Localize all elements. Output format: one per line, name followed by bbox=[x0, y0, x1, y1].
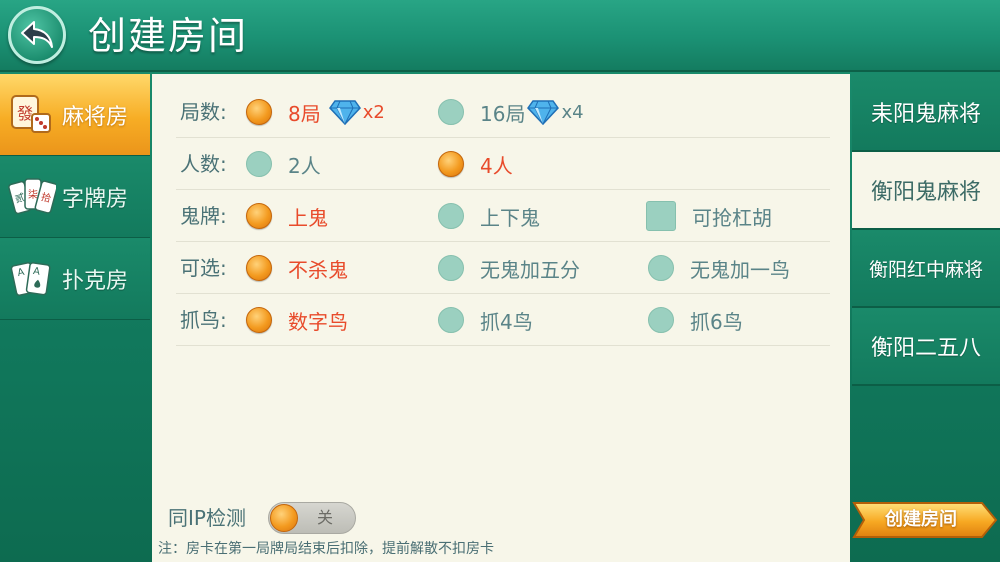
diamond-icon bbox=[328, 100, 361, 125]
game-variant-tabs: 耒阳鬼麻将 衡阳鬼麻将 衡阳红中麻将 衡阳二五八 bbox=[852, 74, 1000, 386]
birds-row: 抓鸟: 数字鸟 抓4鸟 抓6鸟 bbox=[176, 294, 830, 346]
svg-text:柒: 柒 bbox=[28, 188, 38, 201]
header-bar: 创建房间 bbox=[0, 0, 1000, 72]
option-shang-xia-gui[interactable]: 上下鬼 bbox=[438, 190, 540, 242]
radio-button[interactable] bbox=[648, 307, 674, 333]
zipai-cards-icon: 贰 柒 拾 bbox=[8, 177, 56, 214]
players-row: 人数: 2人 4人 bbox=[176, 138, 830, 190]
option-text: 抓4鸟 bbox=[480, 309, 533, 334]
birds-label: 抓鸟: bbox=[180, 308, 227, 332]
checkbox[interactable] bbox=[646, 201, 676, 231]
option-qiang-gang-hu[interactable]: 可抢杠胡 bbox=[646, 190, 772, 242]
tab-hengyang-hongzhong-mahjong[interactable]: 衡阳红中麻将 bbox=[852, 230, 1000, 308]
tab-label: 字牌房 bbox=[62, 186, 129, 212]
option-wu-gui-jia-yi-niao[interactable]: 无鬼加一鸟 bbox=[648, 242, 790, 294]
back-arrow-icon bbox=[21, 21, 53, 48]
tab-leiyang-gui-mahjong[interactable]: 耒阳鬼麻将 bbox=[852, 74, 1000, 152]
svg-text:發: 發 bbox=[17, 104, 33, 123]
option-text: 8局 bbox=[288, 101, 321, 126]
option-text: 无鬼加五分 bbox=[480, 257, 580, 282]
rounds-label: 局数: bbox=[180, 100, 227, 124]
ghost-row: 鬼牌: 上鬼 上下鬼 可抢杠胡 bbox=[176, 190, 830, 242]
optional-row: 可选: 不杀鬼 无鬼加五分 无鬼加一鸟 bbox=[176, 242, 830, 294]
multiplier-text: x4 bbox=[561, 101, 584, 123]
create-room-label: 创建房间 bbox=[885, 509, 957, 530]
page-title: 创建房间 bbox=[88, 14, 249, 58]
diamond-icon bbox=[527, 100, 560, 125]
radio-button[interactable] bbox=[438, 99, 464, 125]
option-text: 数字鸟 bbox=[288, 309, 348, 334]
tab-label: 扑克房 bbox=[62, 268, 129, 294]
option-wu-gui-jia-wu-fen[interactable]: 无鬼加五分 bbox=[438, 242, 580, 294]
option-text: 2人 bbox=[288, 153, 321, 178]
option-8-rounds[interactable]: 8局 x2 bbox=[246, 86, 385, 138]
option-text: 抓6鸟 bbox=[690, 309, 743, 334]
option-shu-zi-niao[interactable]: 数字鸟 bbox=[246, 294, 348, 346]
back-button[interactable] bbox=[8, 6, 66, 64]
multiplier-text: x2 bbox=[362, 101, 385, 123]
option-text: 可抢杠胡 bbox=[692, 205, 772, 230]
poker-cards-icon: A A bbox=[10, 261, 51, 296]
room-card-note: 注：房卡在第一局牌局结束后扣除，提前解散不扣房卡 bbox=[158, 541, 494, 557]
tab-poker-room[interactable]: A A 扑克房 bbox=[0, 238, 150, 320]
tab-label: 麻将房 bbox=[62, 104, 129, 130]
toggle-state-text: 关 bbox=[317, 508, 334, 527]
create-room-button[interactable]: 创建房间 bbox=[852, 500, 998, 540]
tab-hengyang-258[interactable]: 衡阳二五八 bbox=[852, 308, 1000, 386]
option-shang-gui[interactable]: 上鬼 bbox=[246, 190, 328, 242]
radio-button[interactable] bbox=[246, 307, 272, 333]
option-zhua-6-niao[interactable]: 抓6鸟 bbox=[648, 294, 743, 346]
option-text: 16局 bbox=[480, 101, 526, 126]
option-text: 上下鬼 bbox=[480, 205, 540, 230]
radio-button[interactable] bbox=[438, 307, 464, 333]
option-4-players[interactable]: 4人 bbox=[438, 138, 513, 190]
toggle-knob bbox=[270, 504, 298, 532]
radio-button[interactable] bbox=[438, 151, 464, 177]
tab-mahjong-room[interactable]: 發 麻将房 bbox=[0, 74, 150, 156]
ghost-label: 鬼牌: bbox=[180, 204, 227, 228]
option-16-rounds[interactable]: 16局 x4 bbox=[438, 86, 584, 138]
option-2-players[interactable]: 2人 bbox=[246, 138, 321, 190]
option-zhua-4-niao[interactable]: 抓4鸟 bbox=[438, 294, 533, 346]
ip-check-toggle[interactable]: 关 bbox=[268, 502, 356, 534]
room-type-tabs: 發 麻将房 贰 柒 拾 字牌房 A A 扑克房 bbox=[0, 74, 150, 320]
radio-button[interactable] bbox=[438, 255, 464, 281]
tab-zipai-room[interactable]: 贰 柒 拾 字牌房 bbox=[0, 156, 150, 238]
radio-button[interactable] bbox=[648, 255, 674, 281]
tab-hengyang-gui-mahjong[interactable]: 衡阳鬼麻将 bbox=[852, 152, 1000, 230]
rounds-row: 局数: 8局 x2 16局 x4 bbox=[176, 86, 830, 138]
option-text: 4人 bbox=[480, 153, 513, 178]
radio-button[interactable] bbox=[246, 203, 272, 229]
option-text: 不杀鬼 bbox=[288, 257, 348, 282]
radio-button[interactable] bbox=[438, 203, 464, 229]
radio-button[interactable] bbox=[246, 255, 272, 281]
radio-button[interactable] bbox=[246, 151, 272, 177]
ip-check-label: 同IP检测 bbox=[168, 506, 246, 530]
radio-button[interactable] bbox=[246, 99, 272, 125]
optional-label: 可选: bbox=[180, 256, 227, 280]
mahjong-tile-dice-icon: 發 bbox=[11, 94, 51, 133]
players-label: 人数: bbox=[180, 152, 227, 176]
option-bu-sha-gui[interactable]: 不杀鬼 bbox=[246, 242, 348, 294]
option-text: 上鬼 bbox=[288, 205, 328, 230]
room-options-panel: 局数: 8局 x2 16局 x4 人数: 2人 4人 鬼牌: 上鬼 上下鬼 可抢… bbox=[152, 74, 850, 562]
option-text: 无鬼加一鸟 bbox=[690, 257, 790, 282]
